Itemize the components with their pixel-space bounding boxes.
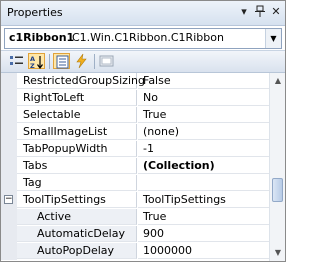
property-row[interactable]: SmallImageList (none) (1, 124, 269, 141)
sub-property-row[interactable]: Active True (1, 209, 269, 226)
categorized-icon (10, 56, 23, 65)
close-icon[interactable]: ✕ (269, 5, 283, 19)
property-pages-button[interactable] (98, 53, 115, 69)
sub-property-row[interactable]: AutoPopDelay 1000000 (1, 243, 269, 260)
property-value[interactable]: 900 (138, 226, 269, 242)
property-name: SmallImageList (17, 124, 137, 140)
property-value[interactable]: (Collection) (138, 158, 269, 174)
property-value[interactable]: 1000000 (138, 243, 269, 259)
chevron-down-icon[interactable]: ▼ (265, 29, 281, 48)
selected-object-type: C1.Win.C1Ribbon.C1Ribbon (72, 31, 224, 44)
property-name: TabPopupWidth (17, 141, 137, 157)
property-row[interactable]: RightToLeft No (1, 90, 269, 107)
properties-button[interactable] (53, 53, 70, 69)
property-value[interactable]: False (138, 73, 269, 89)
property-name: Active (17, 209, 137, 225)
properties-window: Properties ▾ ✕ c1Ribbon1 C1.Win.C1Ribbon… (0, 0, 286, 262)
property-name: RestrictedGroupSizing (17, 73, 145, 89)
alphabetical-button[interactable]: A Z (28, 53, 45, 70)
property-value[interactable]: True (138, 209, 269, 225)
property-row[interactable]: RestrictedGroupSizing False (1, 73, 269, 90)
scrollbar-thumb[interactable] (272, 178, 283, 202)
property-name: RightToLeft (17, 90, 137, 106)
property-grid: RestrictedGroupSizing False RightToLeft … (1, 73, 269, 261)
sub-property-row[interactable]: AutomaticDelay 900 (1, 226, 269, 243)
scroll-down-icon[interactable]: ▼ (270, 245, 285, 261)
events-icon (76, 53, 87, 69)
property-row-expandable[interactable]: − ToolTipSettings ToolTipSettings (1, 192, 269, 209)
title-bar: Properties ▾ ✕ (1, 1, 285, 26)
properties-icon (56, 55, 69, 69)
property-name: Tag (17, 175, 137, 191)
collapse-icon[interactable]: − (4, 195, 13, 204)
scroll-up-icon[interactable]: ▲ (270, 73, 285, 89)
selected-object-name: c1Ribbon1 (9, 31, 75, 44)
property-value[interactable]: (none) (138, 124, 269, 140)
categorized-button[interactable] (8, 53, 25, 69)
alphabetical-sort-icon: A Z (30, 55, 43, 70)
property-name: Selectable (17, 107, 137, 123)
property-pages-icon (99, 55, 114, 67)
property-value[interactable]: -1 (138, 141, 269, 157)
property-row[interactable]: Selectable True (1, 107, 269, 124)
pin-icon[interactable] (253, 5, 267, 19)
property-name: ToolTipSettings (17, 192, 137, 208)
window-title: Properties (7, 6, 63, 19)
property-name: AutomaticDelay (17, 226, 137, 242)
property-row[interactable]: Tag (1, 175, 269, 192)
object-selector-dropdown[interactable]: c1Ribbon1 C1.Win.C1Ribbon.C1Ribbon ▼ (4, 28, 282, 49)
events-button[interactable] (73, 53, 90, 69)
property-name: AutoPopDelay (17, 243, 137, 259)
property-row[interactable]: Tabs (Collection) (1, 158, 269, 175)
window-position-dropdown-icon[interactable]: ▾ (237, 5, 251, 19)
vertical-scrollbar[interactable]: ▲ ▼ (269, 73, 285, 261)
property-value[interactable] (138, 175, 269, 191)
property-row[interactable]: TabPopupWidth -1 (1, 141, 269, 158)
property-value[interactable]: True (138, 107, 269, 123)
svg-text:Z: Z (30, 62, 35, 70)
property-value[interactable]: ToolTipSettings (138, 192, 269, 208)
property-value[interactable]: No (138, 90, 269, 106)
properties-toolbar: A Z (1, 50, 285, 73)
property-name: Tabs (17, 158, 137, 174)
